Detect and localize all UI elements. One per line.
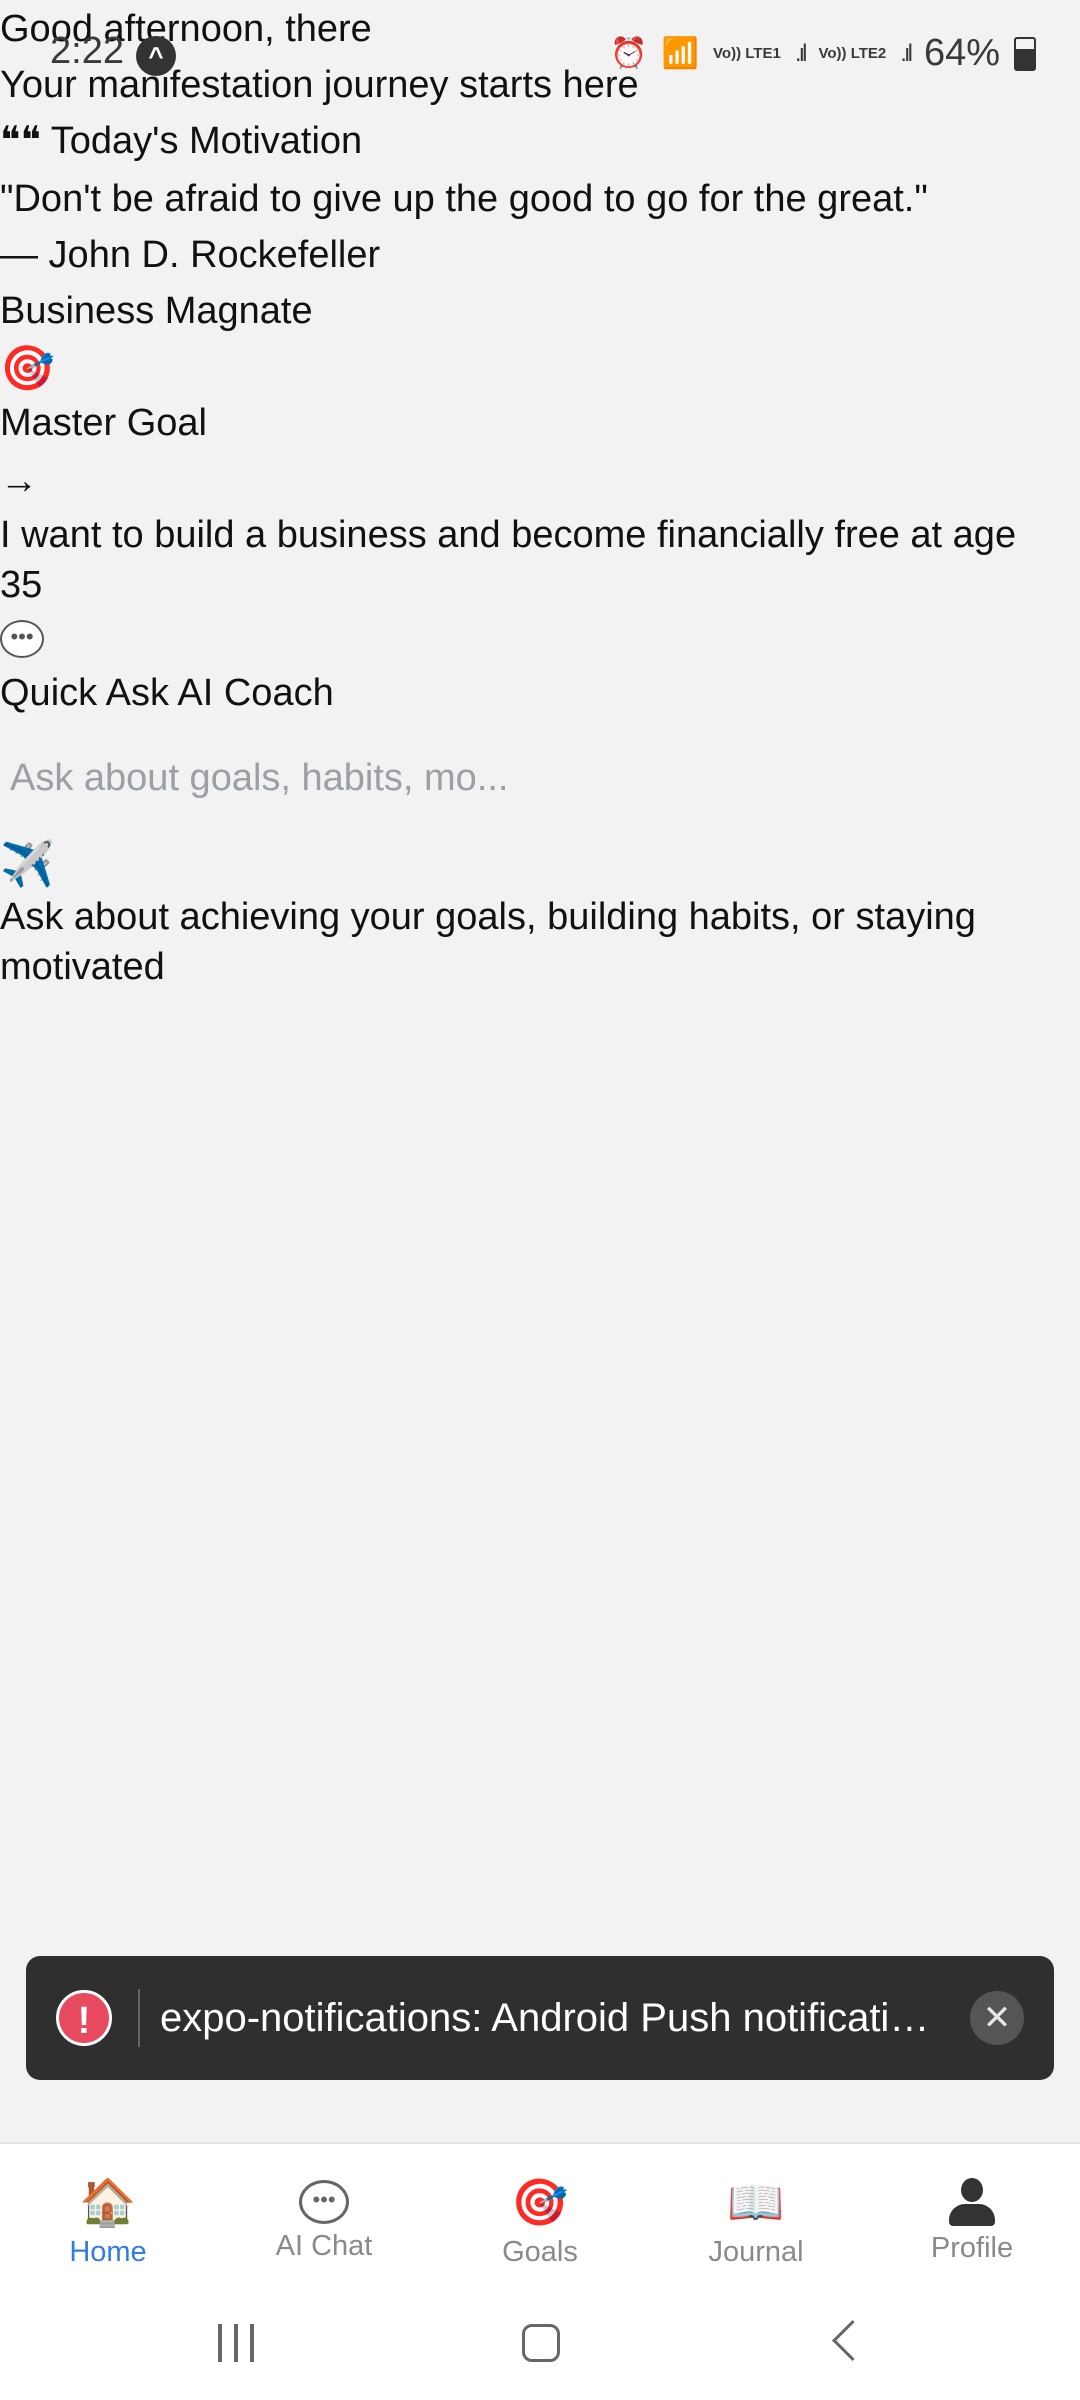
signal-2-icon: .ıl bbox=[900, 39, 913, 67]
tab-home-label: Home bbox=[69, 2236, 147, 2268]
bottom-tab-bar: 🏠 Home ••• AI Chat 🎯 Goals 📖 Journal Pro… bbox=[0, 2142, 1080, 2294]
tab-profile[interactable]: Profile bbox=[864, 2144, 1080, 2294]
arrow-right-icon[interactable]: → bbox=[0, 456, 38, 506]
signal-1-icon: .ıl bbox=[794, 39, 808, 67]
quote-author: — John D. Rockefeller bbox=[0, 234, 381, 276]
wifi-icon: 📶 bbox=[661, 37, 700, 70]
error-icon: ! bbox=[56, 1990, 112, 2046]
chat-icon: ••• bbox=[299, 2180, 349, 2224]
target-icon: 🎯 bbox=[0, 344, 55, 393]
network-1-label: Vo)) LTE1 bbox=[713, 45, 781, 62]
chat-bubble-icon: ••• bbox=[0, 620, 44, 658]
battery-icon bbox=[1014, 36, 1036, 71]
network-2-label: Vo)) LTE2 bbox=[818, 45, 887, 62]
book-icon: 📖 bbox=[727, 2176, 785, 2228]
motivation-title-label: Today's Motivation bbox=[50, 120, 363, 162]
tab-profile-label: Profile bbox=[930, 2232, 1014, 2264]
person-icon bbox=[949, 2178, 995, 2226]
tab-goals-label: Goals bbox=[502, 2236, 578, 2268]
tab-journal[interactable]: 📖 Journal bbox=[648, 2144, 864, 2294]
close-icon[interactable]: ✕ bbox=[970, 1991, 1024, 2045]
tab-goals[interactable]: 🎯 Goals bbox=[432, 2144, 648, 2294]
tab-ai-chat-label: AI Chat bbox=[275, 2230, 373, 2262]
author-title: Business Magnate bbox=[0, 290, 313, 332]
greeting: Good afternoon, there bbox=[0, 8, 372, 50]
system-nav-bar bbox=[0, 2292, 1080, 2400]
quote-icon: ❝❝ bbox=[0, 120, 41, 162]
home-button[interactable] bbox=[522, 2324, 560, 2362]
tab-ai-chat[interactable]: ••• AI Chat bbox=[216, 2144, 432, 2294]
tab-journal-label: Journal bbox=[708, 2236, 804, 2268]
error-toast[interactable]: ! expo-notifications: Android Push notif… bbox=[26, 1956, 1054, 2080]
motivation-quote: "Don't be afraid to give up the good to … bbox=[0, 178, 928, 220]
recent-apps-button[interactable] bbox=[218, 2324, 254, 2362]
page-subtitle: Your manifestation journey starts here bbox=[0, 64, 639, 106]
back-button[interactable] bbox=[831, 2319, 874, 2362]
home-icon: 🏠 bbox=[79, 2176, 137, 2228]
ask-coach-input[interactable] bbox=[0, 745, 720, 811]
status-icons: ⏰ 📶 Vo)) LTE1 .ıl Vo)) LTE2 .ıl 64% bbox=[610, 32, 1036, 75]
motivation-title: ❝❝ Today's Motivation bbox=[0, 116, 362, 166]
tab-home[interactable]: 🏠 Home bbox=[0, 2144, 216, 2294]
send-icon[interactable]: ✈️ bbox=[0, 836, 55, 894]
toast-message[interactable]: expo-notifications: Android Push notific… bbox=[160, 1996, 944, 2041]
master-goal-label[interactable]: Master Goal bbox=[0, 398, 207, 448]
coach-hint: Ask about achieving your goals, building… bbox=[0, 896, 976, 989]
ai-coach-label: Quick Ask AI Coach bbox=[0, 672, 334, 714]
toast-divider bbox=[138, 1989, 140, 2047]
battery-percent: 64% bbox=[923, 32, 1000, 74]
master-goal-text[interactable]: I want to build a business and become fi… bbox=[0, 510, 1060, 610]
target-icon: 🎯 bbox=[511, 2176, 569, 2228]
